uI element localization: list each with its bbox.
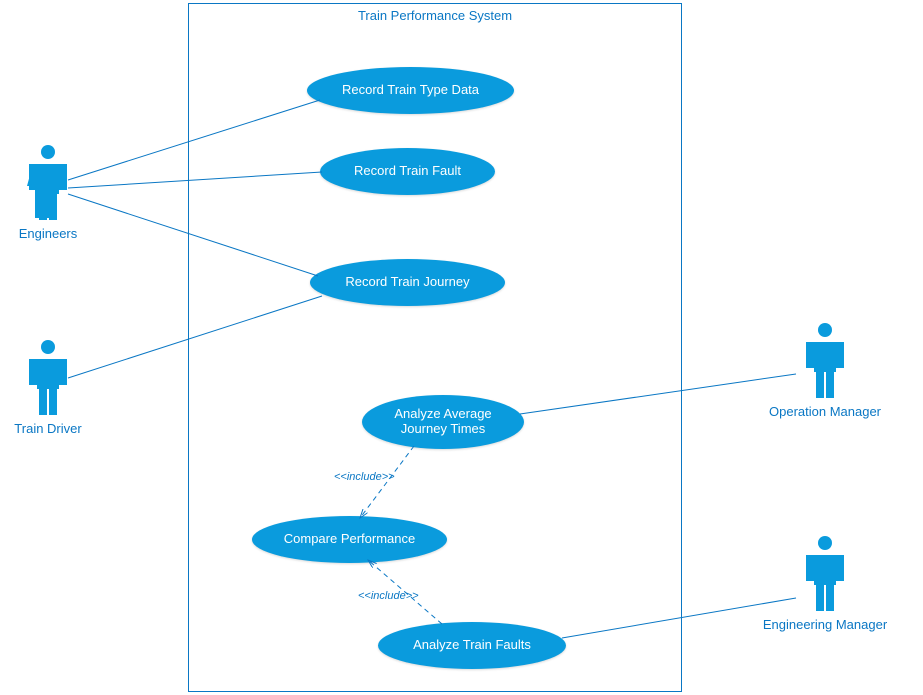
include-label: <<include>> (358, 590, 419, 602)
person-icon (800, 533, 850, 613)
usecase-label: Analyze Average Journey Times (394, 407, 491, 437)
person-icon (800, 320, 850, 400)
usecase-label: Record Train Journey (345, 275, 469, 290)
person-icon (23, 337, 73, 417)
actor-label: Train Driver (14, 421, 81, 436)
usecase-record-train-fault: Record Train Fault (320, 148, 495, 195)
usecase-analyze-train-faults: Analyze Train Faults (378, 622, 566, 669)
actor-engineering-manager: Engineering Manager (795, 533, 855, 632)
usecase-label: Analyze Train Faults (413, 638, 531, 653)
actor-train-driver: Train Driver (18, 337, 78, 436)
actor-engineers: Engineers (18, 142, 78, 241)
actor-operation-manager: Operation Manager (795, 320, 855, 419)
usecase-analyze-avg-journey: Analyze Average Journey Times (362, 395, 524, 449)
diagram-canvas: Train Performance System Record Train Ty… (0, 0, 923, 695)
actor-label: Operation Manager (769, 404, 881, 419)
usecase-compare-performance: Compare Performance (252, 516, 447, 563)
usecase-label: Record Train Type Data (342, 83, 479, 98)
usecase-record-train-journey: Record Train Journey (310, 259, 505, 306)
include-label: <<include>> (334, 471, 395, 483)
usecase-record-train-type: Record Train Type Data (307, 67, 514, 114)
usecase-label: Compare Performance (284, 532, 416, 547)
system-title: Train Performance System (189, 8, 681, 23)
person-icon (23, 142, 73, 222)
actor-label: Engineering Manager (763, 617, 887, 632)
usecase-label: Record Train Fault (354, 164, 461, 179)
actor-label: Engineers (19, 226, 78, 241)
